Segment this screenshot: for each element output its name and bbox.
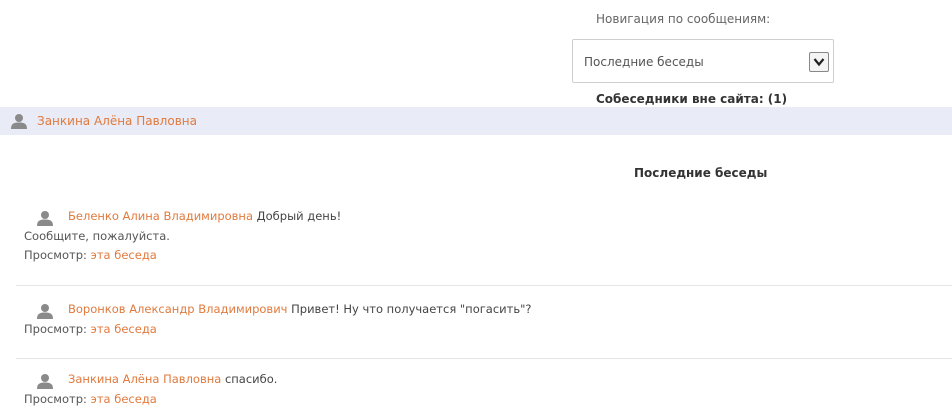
divider — [16, 285, 952, 286]
messages-page: Новигация по сообщениям: Последние бесед… — [0, 0, 952, 410]
message-text: Добрый день! — [256, 209, 342, 223]
sender-link[interactable]: Занкина Алёна Павловна — [68, 372, 221, 386]
message-text-continued: Сообщите, пожалуйста. — [24, 229, 170, 243]
user-icon — [36, 303, 54, 322]
user-icon — [36, 210, 54, 229]
sender-link[interactable]: Беленко Алина Владимировна — [68, 209, 253, 223]
view-label: Просмотр: — [24, 322, 87, 336]
message-text: Привет! Ну что получается "погасить"? — [291, 302, 532, 316]
contact-item[interactable]: Занкина Алёна Павловна — [0, 107, 952, 135]
message-navigation-select[interactable]: Последние беседы — [572, 39, 834, 83]
view-conversation-link[interactable]: эта беседа — [91, 392, 157, 406]
message-text: спасибо. — [224, 372, 278, 386]
sender-link[interactable]: Воронков Александр Владимирович — [68, 302, 287, 316]
contact-name-link[interactable]: Занкина Алёна Павловна — [37, 114, 197, 128]
message-navigation-label: Новигация по сообщениям: — [596, 12, 771, 26]
view-conversation-link[interactable]: эта беседа — [91, 322, 157, 336]
offsite-contacts-heading: Собеседники вне сайта: (1) — [596, 92, 788, 106]
view-label: Просмотр: — [24, 392, 87, 406]
user-icon — [10, 113, 28, 132]
divider — [16, 358, 952, 359]
view-label: Просмотр: — [24, 248, 87, 262]
selected-option: Последние беседы — [584, 55, 704, 69]
chevron-down-icon[interactable] — [809, 52, 829, 72]
recent-conversations-heading: Последние беседы — [634, 166, 768, 180]
user-icon — [36, 373, 54, 392]
view-conversation-link[interactable]: эта беседа — [91, 248, 157, 262]
